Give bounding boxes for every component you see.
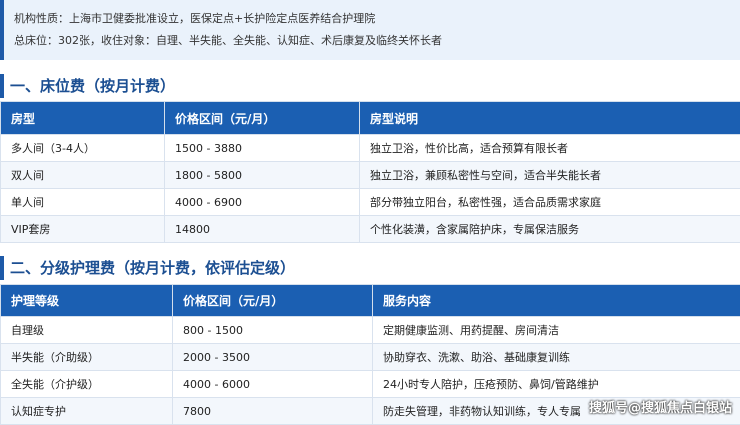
price-cell: 4000 - 6000 bbox=[173, 371, 373, 398]
service-cell: 协助穿衣、洗漱、助浴、基础康复训练 bbox=[373, 344, 740, 371]
care-level-cell: 全失能（介护级） bbox=[1, 371, 173, 398]
description-cell: 个性化装潢，含家属陪护床，专属保洁服务 bbox=[360, 216, 740, 243]
service-cell: 24小时专人陪护，压疮预防、鼻饲/管路维护 bbox=[373, 371, 740, 398]
bed-fee-section-title: 一、床位费（按月计费） bbox=[0, 74, 740, 98]
column-header: 服务内容 bbox=[373, 285, 740, 317]
price-cell: 1500 - 3880 bbox=[165, 135, 360, 162]
bed-fee-table: 房型 价格区间（元/月） 房型说明 多人间（3-4人） 1500 - 3880 … bbox=[0, 101, 740, 243]
care-fee-section-title: 二、分级护理费（按月计费，依评估定级） bbox=[0, 256, 740, 280]
table-row: 半失能（介助级） 2000 - 3500 协助穿衣、洗漱、助浴、基础康复训练 bbox=[1, 344, 740, 371]
price-cell: 14800 bbox=[165, 216, 360, 243]
bed-count-text: 总床位：302张，收住对象：自理、半失能、全失能、认知症、术后康复及临终关怀长者 bbox=[14, 32, 442, 48]
care-level-cell: 认知症专护 bbox=[1, 398, 173, 425]
institution-info-box: 机构性质：上海市卫健委批准设立，医保定点+长护险定点医养结合护理院 总床位：30… bbox=[0, 0, 740, 60]
description-cell: 独立卫浴，兼顾私密性与空间，适合半失能长者 bbox=[360, 162, 740, 189]
table-header-row: 房型 价格区间（元/月） 房型说明 bbox=[1, 102, 740, 135]
column-header: 价格区间（元/月） bbox=[173, 285, 373, 317]
column-header: 价格区间（元/月） bbox=[165, 102, 360, 135]
table-row: 多人间（3-4人） 1500 - 3880 独立卫浴，性价比高，适合预算有限长者 bbox=[1, 135, 740, 162]
care-level-cell: 自理级 bbox=[1, 317, 173, 344]
table-header-row: 护理等级 价格区间（元/月） 服务内容 bbox=[1, 285, 740, 317]
room-type-cell: 双人间 bbox=[1, 162, 165, 189]
column-header: 房型 bbox=[1, 102, 165, 135]
table-row: 自理级 800 - 1500 定期健康监测、用药提醒、房间清洁 bbox=[1, 317, 740, 344]
table-row: 双人间 1800 - 5800 独立卫浴，兼顾私密性与空间，适合半失能长者 bbox=[1, 162, 740, 189]
description-cell: 部分带独立阳台，私密性强，适合品质需求家庭 bbox=[360, 189, 740, 216]
column-header: 护理等级 bbox=[1, 285, 173, 317]
room-type-cell: VIP套房 bbox=[1, 216, 165, 243]
source-watermark: 搜狐号@搜狐焦点白银站 bbox=[589, 397, 732, 416]
room-type-cell: 单人间 bbox=[1, 189, 165, 216]
price-cell: 800 - 1500 bbox=[173, 317, 373, 344]
room-type-cell: 多人间（3-4人） bbox=[1, 135, 165, 162]
service-cell: 定期健康监测、用药提醒、房间清洁 bbox=[373, 317, 740, 344]
table-row: 全失能（介护级） 4000 - 6000 24小时专人陪护，压疮预防、鼻饲/管路… bbox=[1, 371, 740, 398]
price-cell: 4000 - 6900 bbox=[165, 189, 360, 216]
price-cell: 1800 - 5800 bbox=[165, 162, 360, 189]
description-cell: 独立卫浴，性价比高，适合预算有限长者 bbox=[360, 135, 740, 162]
column-header: 房型说明 bbox=[360, 102, 740, 135]
institution-nature-text: 机构性质：上海市卫健委批准设立，医保定点+长护险定点医养结合护理院 bbox=[14, 10, 375, 26]
price-cell: 2000 - 3500 bbox=[173, 344, 373, 371]
care-level-cell: 半失能（介助级） bbox=[1, 344, 173, 371]
table-row: 单人间 4000 - 6900 部分带独立阳台，私密性强，适合品质需求家庭 bbox=[1, 189, 740, 216]
table-row: VIP套房 14800 个性化装潢，含家属陪护床，专属保洁服务 bbox=[1, 216, 740, 243]
price-cell: 7800 bbox=[173, 398, 373, 425]
